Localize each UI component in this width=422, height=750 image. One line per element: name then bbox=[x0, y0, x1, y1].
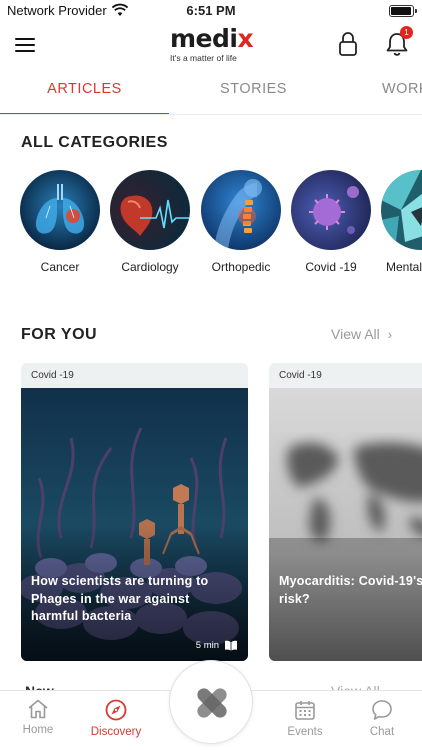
world-map-image bbox=[269, 388, 422, 661]
for-you-title: FOR YOU bbox=[21, 326, 98, 343]
nav-events[interactable]: Events bbox=[270, 699, 340, 738]
medix-center-button[interactable] bbox=[169, 660, 253, 744]
card-title: Myocarditis: Covid-19's risk? bbox=[279, 574, 422, 606]
medix-x-icon bbox=[197, 688, 227, 718]
categories-title: ALL CATEGORIES bbox=[21, 134, 168, 151]
category-label: Cancer bbox=[40, 260, 80, 274]
brain-image bbox=[381, 170, 422, 250]
category-orthopedic[interactable]: Orthopedic bbox=[196, 170, 286, 274]
categories-carousel[interactable]: Cancer Cardiology Orthopedic Covid -19 M… bbox=[0, 170, 422, 280]
card-category-tag: Covid -19 bbox=[21, 363, 248, 388]
nav-home[interactable]: Home bbox=[3, 699, 73, 736]
category-label: Covid -19 bbox=[305, 260, 357, 274]
virus-image bbox=[291, 170, 371, 250]
article-card[interactable]: Covid -19 How scientists are turning to … bbox=[21, 363, 248, 661]
medix-logo: medix It's a matter of life bbox=[170, 24, 254, 64]
chat-icon bbox=[372, 700, 392, 720]
content-tabs: ARTICLES STORIES WORK bbox=[0, 70, 422, 115]
spine-image bbox=[201, 170, 281, 250]
calendar-icon bbox=[295, 701, 315, 720]
nav-chat[interactable]: Chat bbox=[347, 699, 417, 738]
hamburger-menu-icon[interactable] bbox=[15, 38, 35, 52]
category-label: Mental bbox=[386, 260, 422, 274]
tab-stories[interactable]: STORIES bbox=[169, 70, 338, 114]
battery-icon bbox=[389, 5, 417, 17]
for-you-view-all-link[interactable]: View All › bbox=[331, 326, 392, 342]
lock-icon[interactable] bbox=[337, 31, 359, 57]
article-card[interactable]: Covid -19 Myocarditis: Covid-19's risk? bbox=[269, 363, 422, 661]
clock: 6:51 PM bbox=[186, 3, 236, 18]
compass-icon bbox=[105, 699, 127, 721]
notifications-button[interactable]: 1 bbox=[384, 26, 414, 58]
app-header: medix It's a matter of life 1 bbox=[0, 22, 422, 68]
nav-discovery[interactable]: Discovery bbox=[81, 699, 151, 738]
home-icon bbox=[28, 699, 48, 719]
notification-badge: 1 bbox=[400, 26, 413, 39]
heart-ecg-image bbox=[110, 170, 190, 250]
chevron-right-icon: › bbox=[387, 327, 393, 342]
category-label: Cardiology bbox=[121, 260, 179, 274]
logo-tagline: It's a matter of life bbox=[170, 53, 237, 63]
category-covid[interactable]: Covid -19 bbox=[286, 170, 376, 274]
category-cancer[interactable]: Cancer bbox=[15, 170, 105, 274]
card-category-tag: Covid -19 bbox=[269, 363, 422, 388]
tab-work[interactable]: WORK bbox=[338, 70, 422, 114]
category-label: Orthopedic bbox=[211, 260, 271, 274]
category-mental[interactable]: Mental bbox=[376, 170, 422, 274]
category-cardiology[interactable]: Cardiology bbox=[105, 170, 195, 274]
book-icon bbox=[225, 640, 237, 651]
lungs-image bbox=[20, 170, 100, 250]
tab-articles[interactable]: ARTICLES bbox=[0, 70, 169, 114]
status-bar: Network Provider 6:51 PM bbox=[0, 0, 422, 22]
card-read-time: 5 min bbox=[196, 640, 238, 651]
card-title: How scientists are turning to Phages in … bbox=[31, 574, 209, 623]
